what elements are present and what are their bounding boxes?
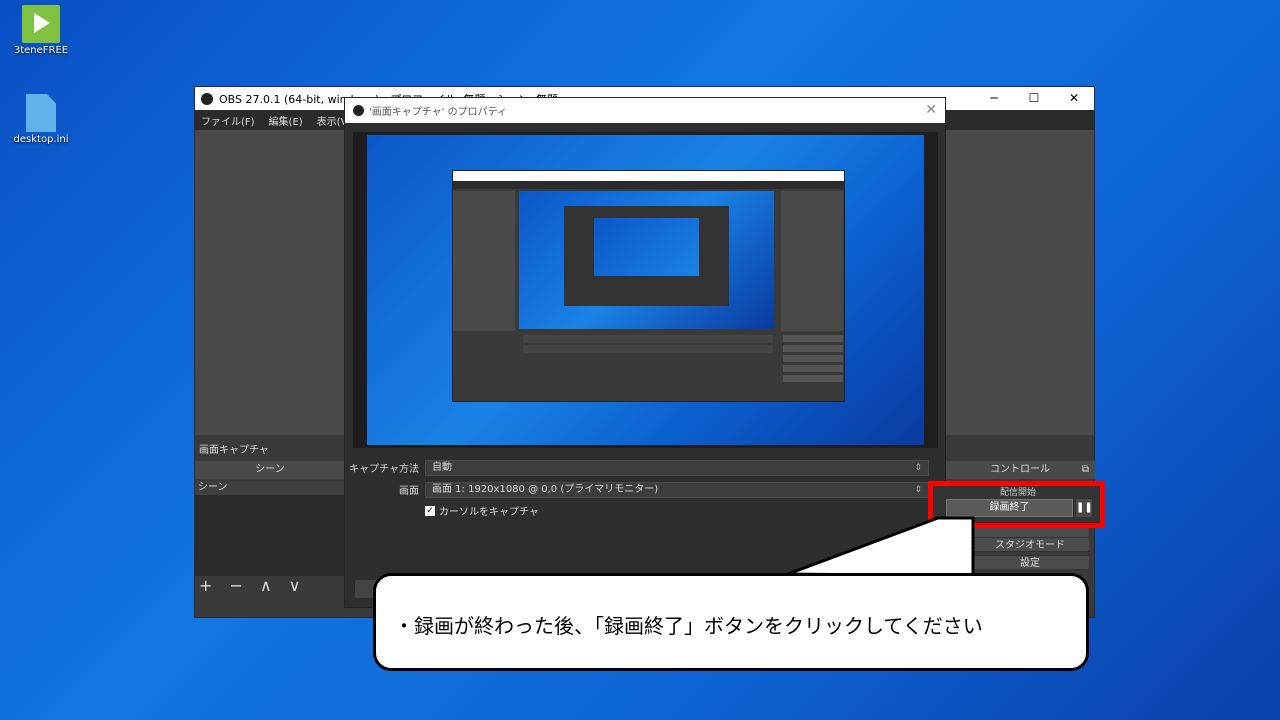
file-icon [26, 94, 56, 132]
capture-method-label: キャプチャ方法 [349, 464, 419, 475]
menu-file[interactable]: ファイル(F) [201, 113, 255, 128]
capture-preview-frame [353, 132, 938, 448]
maximize-icon[interactable]: ☐ [1014, 87, 1054, 110]
screen-label: 画面 [399, 486, 419, 497]
studio-mode-button[interactable]: スタジオモード [970, 537, 1090, 552]
app-icon [22, 5, 60, 43]
desktop-icon-3tenefree[interactable]: 3teneFREE [11, 5, 71, 56]
capture-cursor-row[interactable]: ✓ カーソルをキャプチャ [425, 503, 539, 518]
nested-inner-window [564, 206, 729, 306]
capture-method-select[interactable]: 自動 ⇕ [425, 460, 929, 476]
minimize-icon[interactable]: ─ [974, 87, 1014, 110]
screen-select[interactable]: 画面 1: 1920x1080 @ 0,0 (プライマリモニター) ⇕ [425, 482, 929, 498]
nested-control [783, 345, 843, 352]
screen-value: 画面 1: 1920x1080 @ 0,0 (プライマリモニター) [432, 484, 659, 495]
updown-icon: ⇕ [914, 485, 922, 495]
instruction-callout: ・録画が終わった後、「録画終了」ボタンをクリックしてください [373, 573, 1089, 671]
nested-control [783, 365, 843, 372]
nested-preview [519, 191, 774, 329]
pause-recording-button[interactable]: ❚❚ [1076, 499, 1093, 517]
capture-preview [367, 135, 924, 445]
nested-left-panel [453, 191, 515, 331]
undock-icon[interactable]: ⧉ [1082, 461, 1089, 479]
close-icon[interactable]: ✕ [925, 102, 937, 118]
settings-button[interactable]: 設定 [970, 555, 1090, 570]
callout-tail [788, 516, 975, 578]
dialog-titlebar[interactable]: '画面キャプチャ' のプロパティ [345, 98, 945, 123]
controls-header-label: コントロール [990, 464, 1050, 475]
nested-control [783, 335, 843, 342]
capture-method-value: 自動 [432, 462, 452, 473]
nested-control [783, 375, 843, 382]
menu-edit[interactable]: 編集(E) [269, 113, 303, 128]
desktop-icon-label: desktop.ini [13, 134, 69, 145]
scene-item[interactable]: シーン [195, 481, 345, 495]
nested-menubar [453, 181, 844, 189]
nested-inner-screen [594, 218, 699, 276]
nested-titlebar [453, 171, 844, 181]
scene-list: シーン [195, 481, 345, 576]
obs-logo-icon [353, 105, 364, 116]
nested-field [523, 345, 773, 353]
callout-text: ・録画が終わった後、「録画終了」ボタンをクリックしてください [394, 614, 983, 638]
close-icon[interactable]: ✕ [1054, 87, 1094, 110]
controls-header: コントロール ⧉ [945, 461, 1095, 479]
scene-toolbar[interactable]: + − ∧ ∨ [199, 576, 307, 595]
callout-tail-shape [788, 516, 975, 578]
nested-control [783, 355, 843, 362]
updown-icon: ⇕ [914, 463, 922, 473]
obs-logo-icon [201, 92, 213, 105]
capture-cursor-checkbox[interactable]: ✓ [425, 505, 435, 516]
window-controls: ─ ☐ ✕ [974, 87, 1094, 110]
nested-obs-window [452, 170, 845, 402]
stop-recording-button[interactable]: 録画終了 [946, 499, 1073, 517]
selected-source-label: 画面キャプチャ [199, 445, 269, 456]
desktop-icon-desktop-ini[interactable]: desktop.ini [11, 94, 71, 145]
nested-right-panel [781, 191, 843, 331]
nested-field [523, 335, 773, 343]
scenes-header: シーン [195, 461, 345, 479]
dialog-title: '画面キャプチャ' のプロパティ [369, 107, 507, 118]
start-streaming-label: 配信開始 [999, 488, 1036, 498]
capture-cursor-label: カーソルをキャプチャ [439, 507, 539, 518]
desktop-icon-label: 3teneFREE [13, 45, 69, 56]
